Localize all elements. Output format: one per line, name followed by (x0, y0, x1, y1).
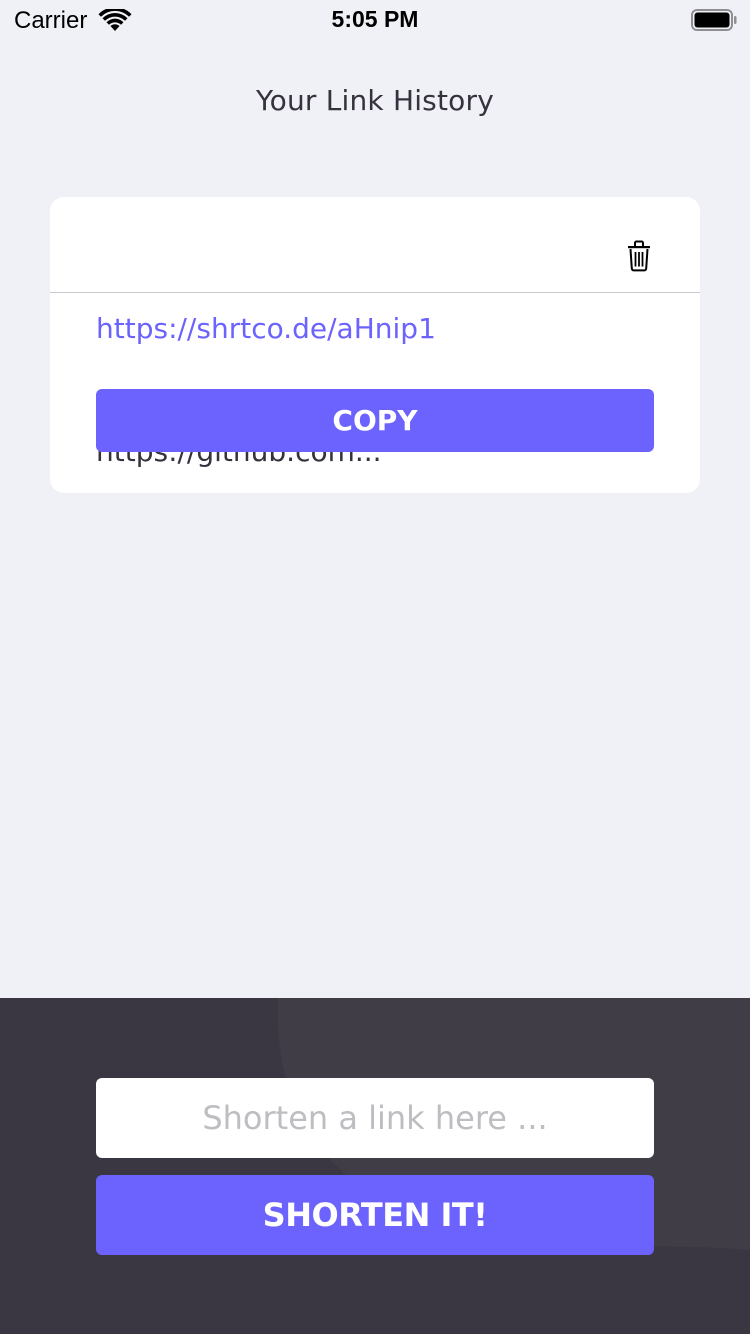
clock: 5:05 PM (331, 6, 419, 32)
status-bar: Carrier 5:05 PM (0, 0, 750, 40)
shorten-button[interactable]: SHORTEN IT! (96, 1175, 654, 1255)
app-screen: Carrier 5:05 PM Your Link History https:… (0, 0, 750, 1334)
page-title: Your Link History (256, 84, 494, 117)
battery-full-icon (691, 9, 737, 31)
link-input[interactable] (96, 1078, 654, 1158)
background-shape (277, 998, 750, 1250)
short-url-link[interactable]: https://shrtco.de/aHnip1 (96, 312, 436, 345)
copy-button[interactable]: COPY (96, 389, 654, 452)
shorten-panel (0, 998, 750, 1334)
trash-icon[interactable] (626, 240, 652, 272)
card-divider (50, 292, 700, 293)
